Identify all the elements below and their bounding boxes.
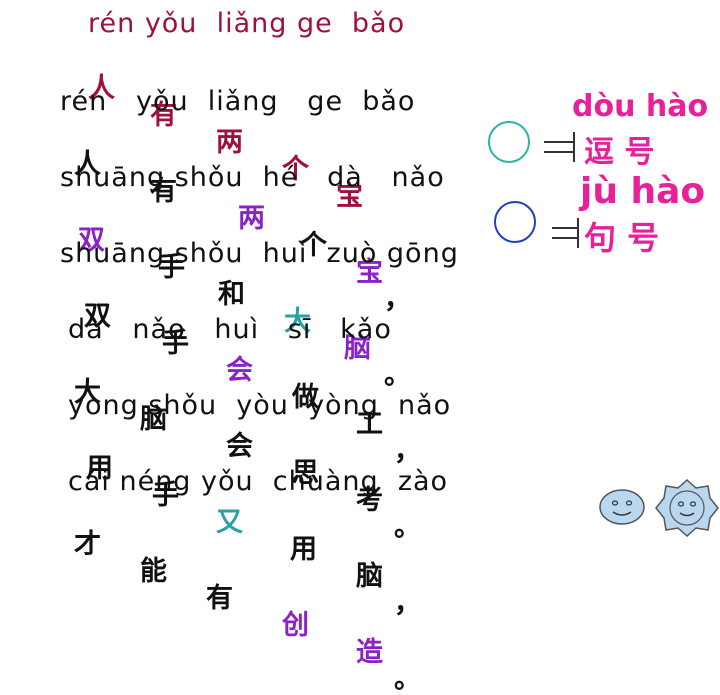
hanzi-char: 有 (206, 583, 233, 614)
hanzi-char: 能 (140, 556, 167, 587)
comma-highlight-circle (488, 121, 530, 163)
title-pinyin: rén yǒu liǎng ge bǎo (88, 8, 406, 39)
poem-line-1-pinyin: rén yǒu liǎng ge bǎo (60, 86, 416, 117)
hanzi-char: 造 (356, 637, 383, 668)
poem-line-1-hanzi: 人 有 两 个 宝 ， (0, 124, 520, 313)
poem-line-5-pinyin: yòng shǒu yòu yòng nǎo (68, 390, 452, 421)
poem-line-3-hanzi: 双 手 会 做 工 ， (0, 276, 520, 465)
poem-line-6-pinyin: cái néng yǒu chuàng zào (68, 466, 449, 497)
poem-line-2-hanzi: 双 手 和 大 脑 。 (0, 200, 520, 389)
poem-line-2-pinyin: shuāng shǒu hé dà nǎo (60, 162, 445, 193)
hanzi-char: 用 (290, 534, 317, 565)
period-mark: 。 (394, 664, 421, 695)
poem-line-5-hanzi: 用 手 又 用 脑 ， (0, 428, 520, 617)
hanzi-char: 才 (74, 529, 101, 560)
sun-face-icon (655, 478, 719, 538)
comma-connector-icon (544, 132, 575, 162)
poem-line-3-pinyin: shuāng shǒu huì zuò gōng (60, 238, 459, 269)
period-highlight-circle (494, 201, 536, 243)
comma-hanzi-label: 逗 号 (584, 135, 655, 170)
hanzi-char: 脑 (356, 561, 383, 592)
smiley-face-icon (599, 489, 645, 525)
poem-line-4-hanzi: 大 脑 会 思 考 。 (0, 352, 520, 541)
comma-pinyin-label: dòu hào (572, 89, 709, 124)
period-hanzi-label: 句 号 (584, 219, 660, 257)
period-pinyin-label: jù hào (580, 171, 706, 212)
poem-line-4-pinyin: dà nǎo huì sī kǎo (68, 314, 392, 345)
poem-line-6-hanzi: 才 能 有 创 造 。 (0, 504, 520, 693)
hanzi-char: 创 (282, 610, 309, 641)
comma-mark: ， (394, 588, 421, 619)
